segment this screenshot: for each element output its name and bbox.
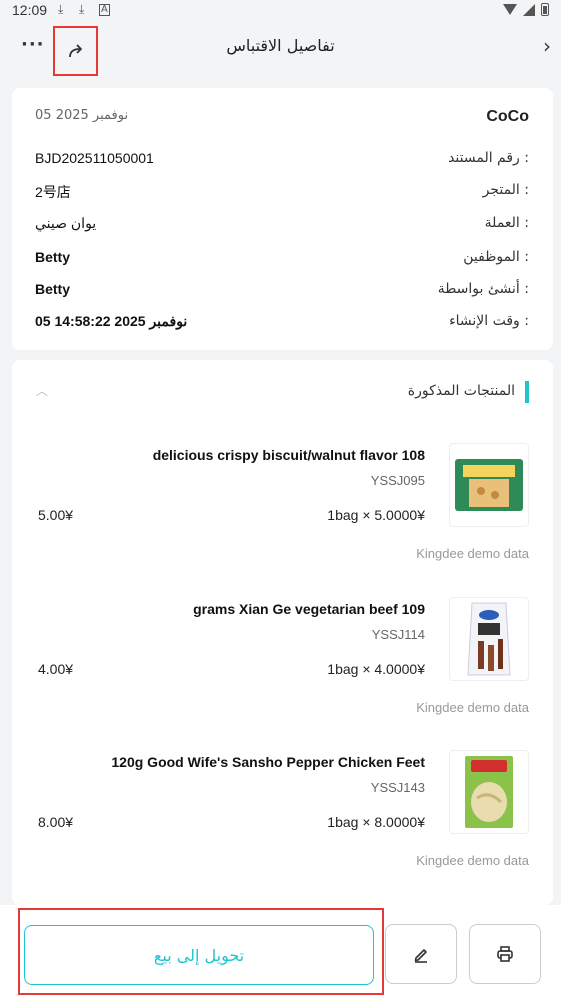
info-value: Betty <box>35 249 71 265</box>
info-value: BJD202511050001 <box>35 150 154 166</box>
info-value: يوان صيني <box>35 215 97 231</box>
bottom-action-bar: تحويل إلى بيع <box>0 905 561 997</box>
products-card: المنتجات المذكورة ︿ delicious crispy bis… <box>12 360 553 905</box>
back-chevron-icon[interactable]: › <box>543 34 551 58</box>
product-name: delicious crispy biscuit/walnut flavor 1… <box>152 447 425 463</box>
product-item[interactable]: grams Xian Ge vegetarian beef 109 YSSJ11… <box>12 597 553 751</box>
product-name: 120g Good Wife's Sansho Pepper Chicken F… <box>111 754 425 770</box>
info-row-created-time: وقت الإنشاء : 05 نوفمبر 2025 14:58:22 <box>35 313 529 333</box>
product-code: YSSJ143 <box>370 780 425 795</box>
info-row-employees: الموظفين : Betty <box>35 249 529 269</box>
product-total: 8.00¥ <box>38 814 74 830</box>
product-quantity-price: 1bag × 8.0000¥ <box>327 814 425 830</box>
product-total: 5.00¥ <box>38 507 74 523</box>
status-time: 12:09 <box>12 2 48 18</box>
edit-button[interactable] <box>385 924 457 984</box>
app-notification-icon: A <box>99 4 110 16</box>
product-image <box>449 443 529 527</box>
product-image <box>449 597 529 681</box>
collapse-chevron-icon[interactable]: ︿ <box>36 382 48 399</box>
product-total: 4.00¥ <box>38 661 74 677</box>
print-button[interactable] <box>469 924 541 984</box>
chicken-feet-package-image <box>465 756 513 828</box>
product-source: Kingdee demo data <box>416 546 529 561</box>
quote-date: 05 نوفمبر 2025 <box>35 108 129 123</box>
info-row-document-number: رقم المستند : BJD202511050001 <box>35 150 529 170</box>
download-icon: ⤓ <box>58 2 64 16</box>
battery-icon <box>541 3 549 16</box>
cell-signal-icon <box>523 3 535 16</box>
info-row-currency: العملة : يوان صيني <box>35 215 529 235</box>
wifi-icon <box>503 4 517 15</box>
download-icon-2: ⤓ <box>79 2 85 16</box>
info-value: 05 نوفمبر 2025 14:58:22 <box>35 313 188 329</box>
product-quantity-price: 1bag × 4.0000¥ <box>327 661 425 677</box>
product-item[interactable]: delicious crispy biscuit/walnut flavor 1… <box>12 443 553 597</box>
info-value: Betty <box>35 281 71 297</box>
info-label: المتجر : <box>482 182 529 198</box>
quote-info-card: 05 نوفمبر 2025 CoCo رقم المستند : BJD202… <box>12 88 553 350</box>
info-label: العملة : <box>484 215 529 231</box>
page-title: تفاصيل الاقتباس <box>226 36 335 55</box>
edit-icon <box>414 949 427 963</box>
convert-highlight: تحويل إلى بيع <box>18 908 384 995</box>
product-code: YSSJ095 <box>370 473 425 488</box>
biscuit-package-image <box>455 459 523 511</box>
product-image <box>449 750 529 834</box>
company-name: CoCo <box>486 108 529 125</box>
top-nav: ··· تفاصيل الاقتباس › <box>0 22 561 76</box>
convert-to-sale-button[interactable]: تحويل إلى بيع <box>24 925 374 985</box>
section-accent-bar <box>525 381 529 403</box>
print-icon <box>497 946 513 962</box>
info-label: أنشئ بواسطة : <box>437 281 529 297</box>
product-item[interactable]: 120g Good Wife's Sansho Pepper Chicken F… <box>12 750 553 904</box>
products-section-title: المنتجات المذكورة <box>407 383 515 399</box>
vegetarian-beef-package-image <box>467 602 511 676</box>
info-value: 2号店 <box>35 184 71 200</box>
product-source: Kingdee demo data <box>416 853 529 868</box>
product-quantity-price: 1bag × 5.0000¥ <box>327 507 425 523</box>
product-source: Kingdee demo data <box>416 700 529 715</box>
info-label: رقم المستند : <box>448 150 529 166</box>
info-row-created-by: أنشئ بواسطة : Betty <box>35 281 529 301</box>
product-code: YSSJ114 <box>371 627 425 642</box>
info-row-store: المتجر : 2号店 <box>35 182 529 202</box>
product-name: grams Xian Ge vegetarian beef 109 <box>193 601 425 617</box>
info-label: وقت الإنشاء : <box>449 313 529 329</box>
status-bar: 12:09 ⤓ ⤓ A <box>0 0 561 22</box>
info-label: الموظفين : <box>463 249 529 265</box>
